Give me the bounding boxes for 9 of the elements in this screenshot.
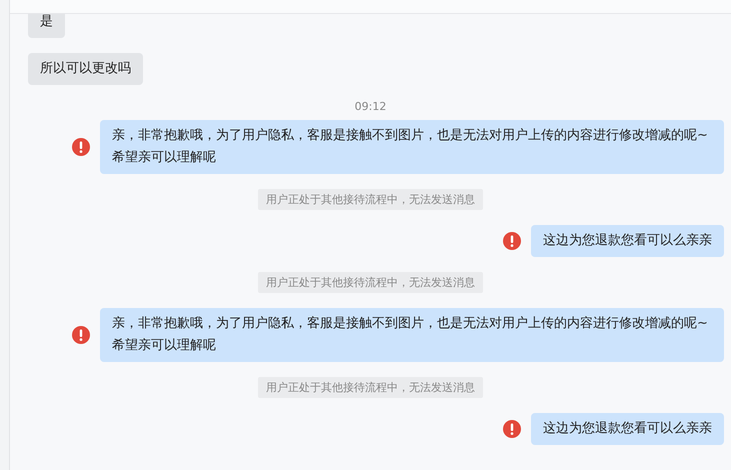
system-notice: 用户正处于其他接待流程中，无法发送消息 — [258, 377, 483, 398]
system-notice: 用户正处于其他接待流程中，无法发送消息 — [258, 189, 483, 210]
message-bubble: 这边为您退款您看可以么亲亲 — [531, 225, 724, 257]
message-bubble: 这边为您退款您看可以么亲亲 — [531, 413, 724, 445]
system-notice: 用户正处于其他接待流程中，无法发送消息 — [258, 272, 483, 293]
message-bubble: 亲，非常抱歉哦，为了用户隐私，客服是接触不到图片，也是无法对用户上传的内容进行修改增减的呢~希望亲可以理解呢 — [100, 120, 724, 174]
message-bubble: 亲，非常抱歉哦，为了用户隐私，客服是接触不到图片，也是无法对用户上传的内容进行修改增减的呢~希望亲可以理解呢 — [100, 308, 724, 362]
message-bubble: 所以可以更改吗 — [28, 53, 143, 85]
timestamp: 09:12 — [354, 100, 386, 113]
